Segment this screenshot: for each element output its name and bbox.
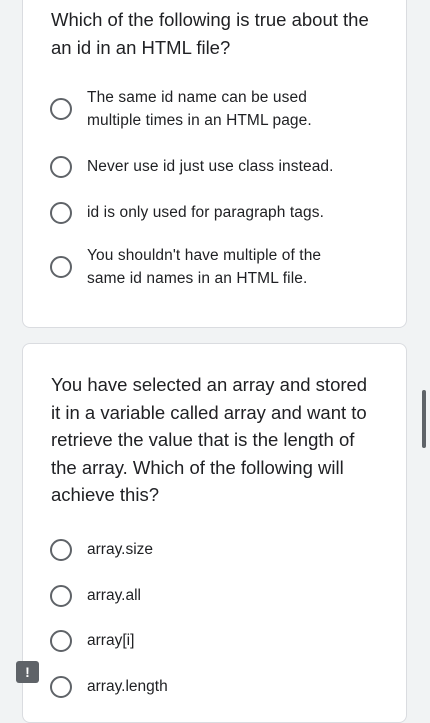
scrollbar[interactable]	[422, 390, 426, 448]
radio-button-icon[interactable]	[50, 538, 72, 561]
answer-option-label: The same id name can be used multiple ti…	[87, 89, 312, 129]
radio-button-icon[interactable]	[50, 675, 72, 698]
answer-option-label: array.size	[87, 541, 154, 558]
answer-option[interactable]: You shouldn't have multiple of the same …	[50, 244, 380, 290]
answer-option[interactable]: Never use id just use class instead.	[50, 155, 380, 178]
answer-option[interactable]: array.size	[50, 538, 380, 561]
radio-button-icon[interactable]	[50, 201, 72, 224]
answer-option[interactable]: array.all	[50, 584, 380, 607]
answer-option-label: array.all	[87, 587, 141, 604]
answer-option[interactable]: The same id name can be used multiple ti…	[50, 86, 380, 132]
answer-option-label: Never use id just use class instead.	[87, 158, 334, 175]
question-title: You have selected an array and stored it…	[51, 374, 368, 505]
answer-option-label: array.length	[87, 678, 168, 695]
question-card-2: You have selected an array and stored it…	[22, 343, 407, 723]
radio-button-icon[interactable]	[50, 155, 72, 178]
question-card-1: Which of the following is true about the…	[22, 0, 407, 328]
answer-option-label: id is only used for paragraph tags.	[87, 204, 324, 221]
answer-option[interactable]: array.length	[50, 675, 380, 698]
answer-option-label: You shouldn't have multiple of the same …	[87, 247, 322, 287]
answer-option[interactable]: array[i]	[50, 629, 380, 652]
answer-option[interactable]: id is only used for paragraph tags.	[50, 201, 380, 224]
radio-button-icon[interactable]	[50, 256, 72, 278]
answer-option-label: array[i]	[87, 632, 135, 649]
radio-button-icon[interactable]	[50, 629, 72, 652]
radio-button-icon[interactable]	[50, 584, 72, 607]
question-title: Which of the following is true about the…	[51, 9, 369, 58]
radio-button-icon[interactable]	[50, 98, 72, 120]
feedback-icon[interactable]: !	[16, 661, 39, 683]
